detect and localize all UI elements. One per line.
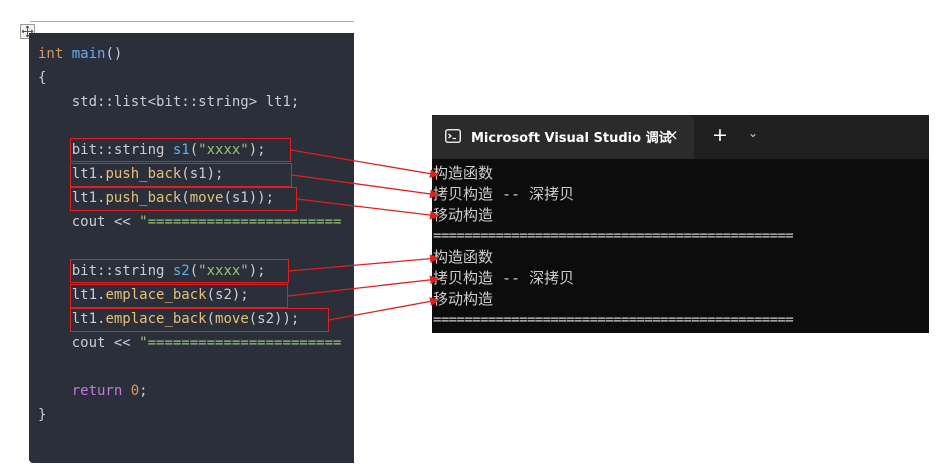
code-token: { (38, 70, 47, 86)
highlight-box-emplace-back-copy (70, 284, 288, 308)
code-line: std::list<bit::string> lt1; (38, 92, 300, 112)
code-token-str: "======================= (139, 214, 342, 230)
output-line: 拷贝构造 -- 深拷贝 (433, 269, 575, 287)
console-tab-title: Microsoft Visual Studio 调试 (471, 131, 672, 146)
output-line: 移动构造 (433, 206, 494, 224)
output-line: 移动构造 (433, 290, 494, 308)
console-app-icon (445, 129, 461, 143)
console-tab[interactable]: Microsoft Visual Studio 调试 × (432, 115, 694, 159)
code-line: int main() (38, 44, 122, 64)
output-separator: ========================================… (433, 312, 794, 328)
code-line: { (38, 68, 46, 88)
highlight-box-s2-construct (70, 259, 289, 283)
selection-accent-line (30, 21, 354, 22)
chevron-down-icon[interactable]: ⌄ (748, 126, 758, 140)
new-tab-icon[interactable]: + (712, 124, 728, 146)
highlight-box-push-back-move (70, 187, 297, 211)
console-window: Microsoft Visual Studio 调试 × + ⌄ 构造函数 拷贝… (432, 115, 929, 333)
close-tab-icon[interactable]: × (666, 126, 679, 144)
code-token: ; (139, 383, 148, 399)
code-token-kw2: return (71, 383, 123, 399)
code-line: return 0; (38, 381, 148, 401)
code-token: cout << (38, 214, 140, 230)
code-token: } (38, 407, 47, 423)
code-line: cout << "======================= (38, 333, 342, 353)
output-line: 构造函数 (433, 164, 494, 182)
code-token-num: 0 (130, 383, 140, 399)
console-titlebar: Microsoft Visual Studio 调试 × + ⌄ (432, 115, 929, 159)
code-line: cout << "======================= (38, 212, 342, 232)
code-token-fn: main (71, 46, 106, 62)
output-separator: ========================================… (433, 228, 794, 244)
code-token-str: "======================= (139, 335, 342, 351)
code-editor[interactable]: int main() { std::list<bit::string> lt1;… (29, 33, 354, 463)
code-token: () (105, 46, 123, 62)
highlight-box-push-back-copy (70, 163, 292, 187)
code-token: cout << (38, 335, 140, 351)
code-line: } (38, 405, 46, 425)
highlight-box-s1-construct (70, 138, 291, 162)
code-token-kw: int (38, 46, 64, 62)
highlight-box-emplace-back-move (70, 308, 329, 332)
output-line: 构造函数 (433, 248, 494, 266)
code-token: std::list<bit::string> lt1; (38, 94, 300, 110)
output-line: 拷贝构造 -- 深拷贝 (433, 185, 575, 203)
